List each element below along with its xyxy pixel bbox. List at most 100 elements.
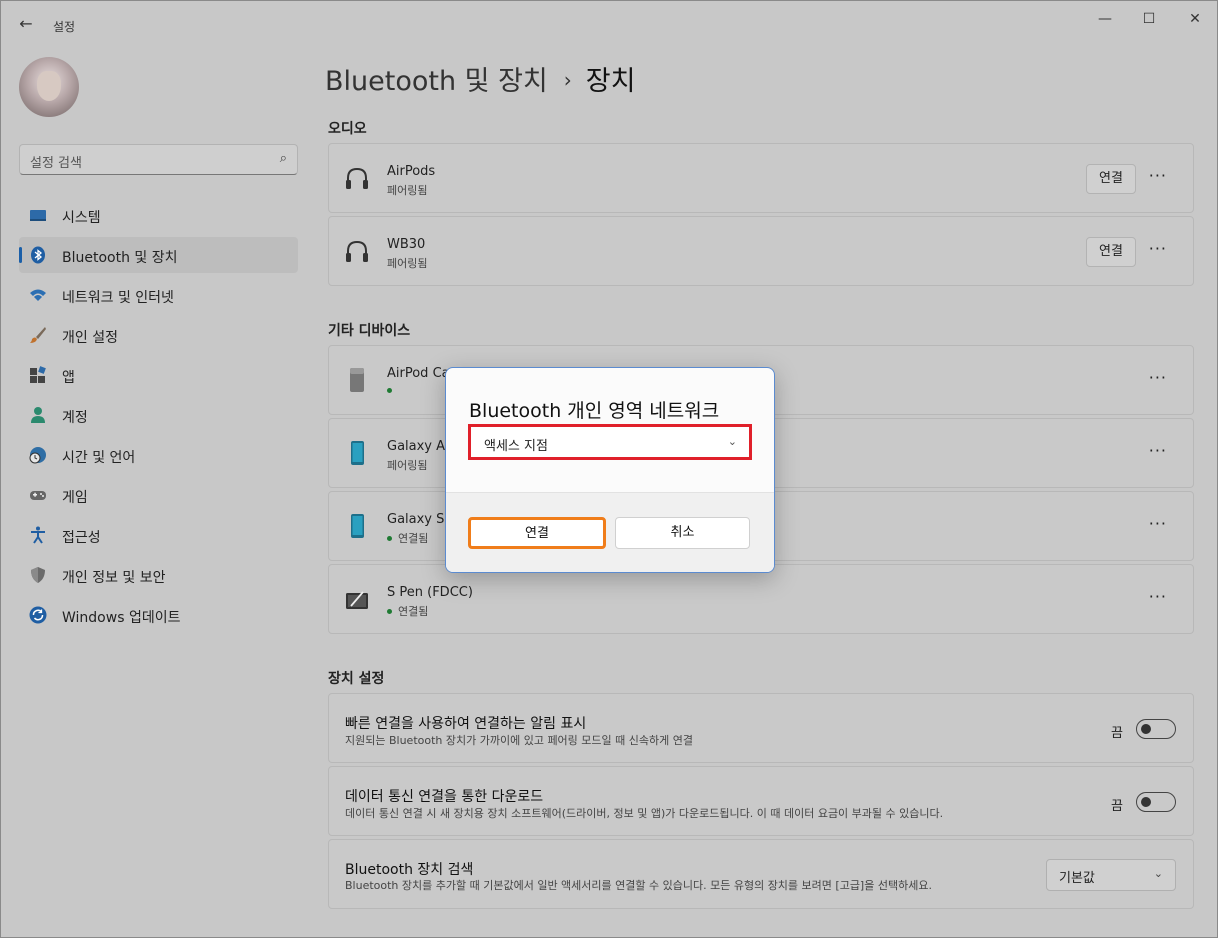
- sidebar-item-label: 개인 정보 및 보안: [62, 570, 166, 586]
- setting-title: Bluetooth 장치 검색: [345, 862, 474, 878]
- device-status: 연결됨: [387, 603, 428, 619]
- select-value: 액세스 지점: [484, 439, 548, 454]
- accessibility-icon: [31, 526, 45, 544]
- back-arrow-icon[interactable]: ←: [15, 13, 37, 35]
- setting-swift-pair: 빠른 연결을 사용하여 연결하는 알림 표시 지원되는 Bluetooth 장치…: [328, 693, 1194, 763]
- sidebar-item-windows-update[interactable]: Windows 업데이트: [19, 597, 298, 633]
- phone-icon: [351, 441, 364, 465]
- section-title-other-devices: 기타 디바이스: [328, 323, 411, 339]
- more-options-icon[interactable]: ···: [1149, 441, 1167, 460]
- update-icon: [29, 606, 47, 624]
- phone-icon: [351, 514, 364, 538]
- more-options-icon[interactable]: ···: [1149, 514, 1167, 533]
- search-input[interactable]: 설정 검색 ⌕: [19, 144, 298, 175]
- more-options-icon[interactable]: ···: [1149, 166, 1167, 185]
- brush-icon: [30, 327, 46, 343]
- device-card-s-pen[interactable]: S Pen (FDCC) 연결됨 ···: [328, 564, 1194, 634]
- setting-title: 빠른 연결을 사용하여 연결하는 알림 표시: [345, 716, 587, 732]
- connected-dot-icon: [387, 387, 392, 393]
- setting-description: 지원되는 Bluetooth 장치가 가까이에 있고 페어링 모드일 때 신속하…: [345, 734, 693, 747]
- section-title-audio: 오디오: [328, 121, 367, 137]
- device-card-wb30[interactable]: WB30 페어링됨 연결 ···: [328, 216, 1194, 286]
- sidebar-item-label: 게임: [62, 490, 88, 506]
- connect-button[interactable]: 연결: [1086, 237, 1136, 267]
- setting-metered-download: 데이터 통신 연결을 통한 다운로드 데이터 통신 연결 시 새 장치용 장치 …: [328, 766, 1194, 836]
- maximize-button[interactable]: ☐: [1126, 7, 1172, 31]
- setting-bluetooth-discovery: Bluetooth 장치 검색 Bluetooth 장치를 추가할 때 기본값에…: [328, 839, 1194, 909]
- sidebar-item-label: 앱: [62, 370, 75, 386]
- settings-window: ← 설정 — ☐ ✕ 설정 검색 ⌕ 시스템 Bluetooth 및 장치 네트…: [0, 0, 1218, 938]
- dialog-connect-button[interactable]: 연결: [468, 517, 606, 549]
- sidebar-item-gaming[interactable]: 게임: [19, 477, 298, 513]
- sidebar-item-network[interactable]: 네트워크 및 인터넷: [19, 277, 298, 313]
- app-title: 설정: [53, 20, 76, 34]
- dialog-title: Bluetooth 개인 영역 네트워크: [469, 400, 720, 422]
- title-bar: ← 설정 — ☐ ✕: [1, 1, 1217, 49]
- monitor-icon: [30, 210, 46, 221]
- chevron-down-icon: ⌄: [727, 435, 737, 448]
- breadcrumb-parent[interactable]: Bluetooth 및 장치: [325, 66, 548, 97]
- globe-clock-icon: [29, 447, 46, 464]
- apps-icon: [30, 366, 46, 383]
- avatar[interactable]: [19, 57, 79, 117]
- toggle-state-label: 끔: [1111, 726, 1123, 741]
- chevron-down-icon: ⌄: [1153, 867, 1163, 880]
- sidebar-item-bluetooth[interactable]: Bluetooth 및 장치: [19, 237, 298, 273]
- access-point-select[interactable]: 액세스 지점 ⌄: [468, 424, 752, 460]
- wifi-icon: [30, 289, 46, 301]
- sidebar-item-personalization[interactable]: 개인 설정: [19, 317, 298, 353]
- bluetooth-icon: [31, 246, 45, 264]
- sidebar-item-label: 시스템: [62, 210, 101, 226]
- toggle-state-label: 끔: [1111, 799, 1123, 814]
- breadcrumb: Bluetooth 및 장치 › 장치: [325, 59, 635, 98]
- more-options-icon[interactable]: ···: [1149, 587, 1167, 606]
- more-options-icon[interactable]: ···: [1149, 368, 1167, 387]
- sidebar-item-accounts[interactable]: 계정: [19, 397, 298, 433]
- setting-title: 데이터 통신 연결을 통한 다운로드: [345, 789, 544, 805]
- sidebar-nav: 시스템 Bluetooth 및 장치 네트워크 및 인터넷 개인 설정 앱 계정…: [19, 197, 298, 637]
- swift-pair-toggle[interactable]: [1136, 719, 1176, 739]
- sidebar-item-label: Windows 업데이트: [62, 610, 181, 626]
- connected-dot-icon: [387, 608, 392, 614]
- discovery-select[interactable]: 기본값 ⌄: [1046, 859, 1176, 891]
- sidebar-item-time-language[interactable]: 시간 및 언어: [19, 437, 298, 473]
- search-icon: ⌕: [279, 151, 287, 166]
- sidebar-item-privacy[interactable]: 개인 정보 및 보안: [19, 557, 298, 593]
- search-placeholder: 설정 검색: [30, 156, 82, 171]
- close-button[interactable]: ✕: [1172, 7, 1218, 31]
- setting-description: Bluetooth 장치를 추가할 때 기본값에서 일반 액세서리를 연결할 수…: [345, 879, 932, 892]
- connected-dot-icon: [387, 535, 392, 541]
- device-card-airpods[interactable]: AirPods 페어링됨 연결 ···: [328, 143, 1194, 213]
- more-options-icon[interactable]: ···: [1149, 239, 1167, 258]
- device-name: AirPods: [387, 164, 436, 179]
- minimize-button[interactable]: —: [1082, 7, 1128, 31]
- sidebar-item-apps[interactable]: 앱: [19, 357, 298, 393]
- device-name: S Pen (FDCC): [387, 585, 473, 600]
- pen-tablet-icon: [346, 591, 368, 609]
- pan-dialog: Bluetooth 개인 영역 네트워크 액세스 지점 ⌄ 연결 취소: [445, 367, 775, 573]
- sidebar-item-accessibility[interactable]: 접근성: [19, 517, 298, 553]
- device-status: 페어링됨: [387, 257, 428, 270]
- case-icon: [350, 368, 364, 392]
- page-title: 장치: [585, 66, 636, 97]
- connect-button[interactable]: 연결: [1086, 164, 1136, 194]
- section-title-device-settings: 장치 설정: [328, 671, 385, 687]
- sidebar-item-label: 시간 및 언어: [62, 450, 136, 466]
- device-status: 페어링됨: [387, 184, 428, 197]
- person-icon: [31, 407, 45, 423]
- setting-description: 데이터 통신 연결 시 새 장치용 장치 소프트웨어(드라이버, 정보 및 앱)…: [345, 807, 944, 820]
- device-status: [387, 384, 398, 397]
- dialog-footer: 연결 취소: [446, 492, 774, 572]
- sidebar-item-label: 네트워크 및 인터넷: [62, 290, 174, 306]
- headphones-icon: [346, 240, 368, 262]
- gamepad-icon: [30, 491, 46, 500]
- dialog-cancel-button[interactable]: 취소: [615, 517, 750, 549]
- chevron-right-icon: ›: [563, 68, 572, 92]
- headphones-icon: [346, 167, 368, 189]
- device-name: AirPod Ca: [387, 366, 450, 381]
- sidebar-item-label: Bluetooth 및 장치: [62, 250, 178, 266]
- sidebar-item-system[interactable]: 시스템: [19, 197, 298, 233]
- metered-download-toggle[interactable]: [1136, 792, 1176, 812]
- device-name: Galaxy A8: [387, 439, 454, 454]
- device-name: WB30: [387, 237, 426, 252]
